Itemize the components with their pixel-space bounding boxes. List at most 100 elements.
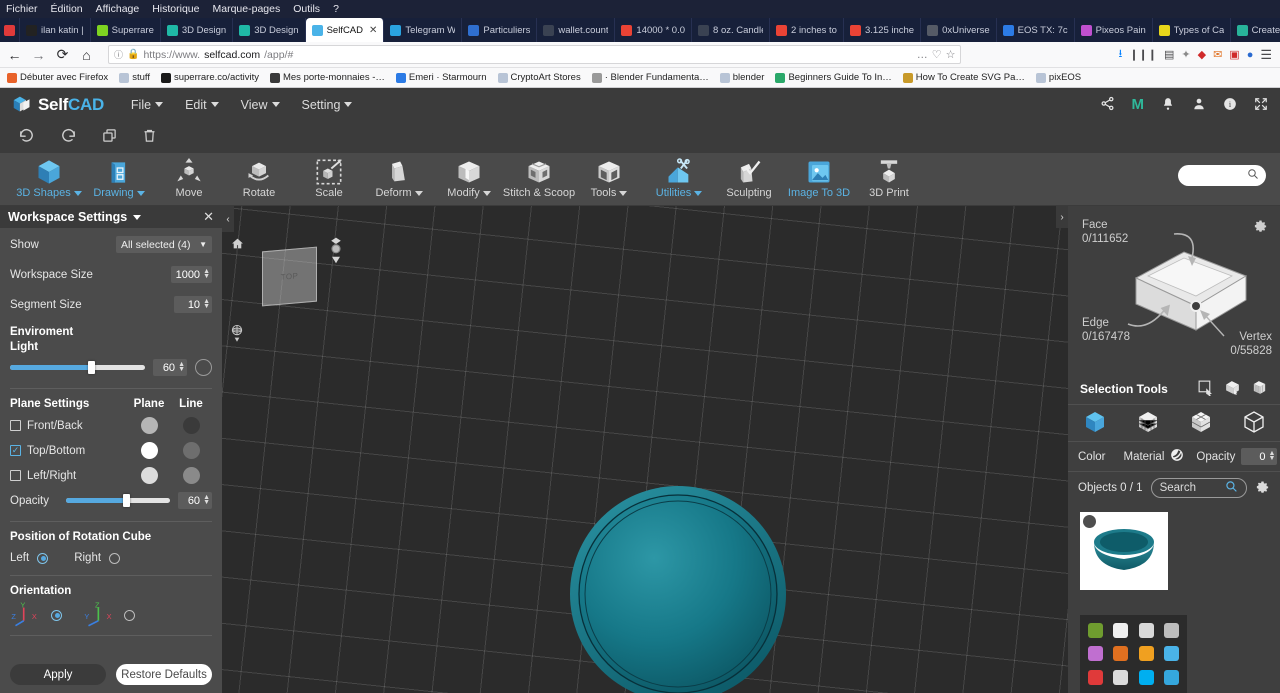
toolbar-item-utilities[interactable]: Utilities	[644, 157, 714, 199]
display-icon[interactable]	[1088, 622, 1104, 638]
stepper-icon[interactable]: ▲ ▼	[203, 268, 210, 280]
library-icon[interactable]: ❙❙❙	[1129, 48, 1157, 61]
view-gizmo-icon[interactable]	[328, 236, 344, 273]
extension-shield-icon[interactable]: ◆	[1198, 48, 1206, 61]
menu-file[interactable]: File	[120, 88, 174, 121]
plane-checkbox[interactable]	[10, 470, 21, 481]
close-icon[interactable]: ✕	[203, 209, 214, 225]
extension-ball-icon[interactable]: ●	[1247, 49, 1254, 61]
plane-color-swatch[interactable]	[140, 467, 158, 484]
browser-tab[interactable]: 3.125 inche	[844, 18, 922, 42]
browser-tab[interactable]: Superrare	[91, 18, 161, 42]
browser-menu-icon[interactable]: ☰	[1260, 47, 1272, 63]
orientation-z-up-radio[interactable]	[124, 609, 135, 621]
browser-tab[interactable]: Types of Ca	[1153, 18, 1231, 42]
bookmark-item[interactable]: pixEOS	[1035, 72, 1081, 83]
browser-tab[interactable]: 8 oz. Candle Ti	[692, 18, 771, 42]
copy-icon[interactable]	[102, 128, 117, 147]
reload-button[interactable]: ⟳	[54, 46, 71, 63]
expand-right-panel-button[interactable]: ›	[1056, 206, 1068, 228]
pocket-icon[interactable]: ♡	[932, 48, 942, 61]
bookmark-item[interactable]: stuff	[119, 72, 150, 83]
site-info-icon[interactable]: ⓘ	[114, 48, 123, 61]
menubar-marque-pages[interactable]: Marque-pages	[213, 3, 281, 15]
stepper-icon[interactable]: ▲ ▼	[1268, 450, 1275, 462]
workspace-size-input[interactable]: 1000 ▲ ▼	[170, 266, 212, 283]
vertex-mode-icon[interactable]	[1136, 410, 1160, 437]
sync-icon[interactable]	[1138, 622, 1154, 638]
toolbar-item-sculpting[interactable]: Sculpting	[714, 157, 784, 199]
plane-checkbox[interactable]: ✓	[10, 445, 21, 456]
bookmark-item[interactable]: How To Create SVG Pa…	[902, 72, 1025, 83]
selfcad-logo[interactable]: SelfCAD	[12, 94, 104, 115]
browser-tab[interactable]: EOS TX: 7c	[997, 18, 1075, 42]
line-color-swatch[interactable]	[182, 417, 200, 434]
toolbar-item-3d-shapes[interactable]: 3D Shapes	[14, 157, 84, 199]
app-icon[interactable]	[1163, 670, 1179, 686]
toolbar-item-modify[interactable]: Modify	[434, 157, 504, 199]
bookmark-item[interactable]: blender	[719, 72, 764, 83]
forward-button[interactable]: →	[30, 47, 47, 63]
toolbar-item-3d-print[interactable]: 3D Print	[854, 157, 924, 199]
collapse-left-panel-button[interactable]: ‹	[222, 206, 234, 232]
object-opacity-input[interactable]: 0 ▲ ▼	[1241, 448, 1278, 465]
restore-defaults-button[interactable]: Restore Defaults	[116, 664, 212, 685]
home-button[interactable]: ⌂	[78, 47, 95, 63]
share-icon[interactable]	[1100, 96, 1115, 113]
browser-tab[interactable]: 3D Design	[233, 18, 306, 42]
shield-icon[interactable]	[1113, 622, 1129, 638]
box-select-icon[interactable]	[1224, 379, 1241, 399]
apply-button[interactable]: Apply	[10, 664, 106, 685]
network-icon[interactable]	[1163, 646, 1179, 662]
bookmark-item[interactable]: · Blender Fundamenta…	[591, 72, 709, 83]
orientation-y-up-radio[interactable]	[51, 609, 62, 621]
mouse-icon[interactable]	[1113, 646, 1129, 662]
stepper-icon[interactable]: ▲ ▼	[203, 298, 210, 310]
toolbar-item-deform[interactable]: Deform	[364, 157, 434, 199]
toolbar-item-move[interactable]: Move	[154, 157, 224, 199]
chrome-icon[interactable]	[1088, 670, 1104, 686]
show-select[interactable]: All selected (4) ▼	[116, 236, 212, 253]
fullscreen-icon[interactable]	[1254, 97, 1268, 113]
redo-icon[interactable]	[60, 127, 77, 148]
browser-tab[interactable]: Telegram W	[384, 18, 463, 42]
rect-select-icon[interactable]	[1197, 379, 1214, 399]
face-mode-icon[interactable]	[1189, 410, 1213, 437]
plane-color-swatch[interactable]	[140, 417, 158, 434]
object-select-checkbox[interactable]	[1083, 515, 1096, 528]
object-search-input[interactable]: Search	[1150, 478, 1247, 498]
wifi-icon[interactable]	[1163, 622, 1179, 638]
line-color-swatch[interactable]	[182, 467, 200, 484]
system-tray-flyout[interactable]	[1080, 615, 1187, 693]
browser-tab[interactable]	[0, 18, 20, 42]
toolbar-item-stitch-scoop[interactable]: Stitch & Scoop	[503, 157, 575, 199]
bookmark-item[interactable]: CryptoArt Stores	[497, 72, 581, 83]
browser-tab[interactable]: ilan katin |	[20, 18, 91, 42]
keybase-icon[interactable]	[1138, 646, 1154, 662]
edge-mode-icon[interactable]	[1242, 410, 1266, 437]
bookmark-star-icon[interactable]: ☆	[946, 48, 956, 61]
page-actions-icon[interactable]: …	[917, 49, 928, 61]
skype-icon[interactable]	[1138, 670, 1154, 686]
bookmark-item[interactable]: Mes porte-monnaies -…	[269, 72, 385, 83]
opacity-slider[interactable]	[66, 494, 170, 507]
browser-tab[interactable]: 0xUniverse	[921, 18, 997, 42]
browser-tab[interactable]: Pixeos Pain	[1075, 18, 1153, 42]
bookmark-item[interactable]: Beginners Guide To In…	[775, 72, 892, 83]
menu-view[interactable]: View	[230, 88, 291, 121]
extension-a-icon[interactable]: ✦	[1181, 48, 1190, 61]
toolbar-item-tools[interactable]: Tools	[574, 157, 644, 199]
rotation-left-radio[interactable]	[37, 552, 49, 564]
stepper-icon[interactable]: ▲ ▼	[178, 361, 185, 373]
browser-tab[interactable]: Particuliers	[462, 18, 538, 42]
selection-cube-diagram[interactable]	[1126, 226, 1256, 346]
browser-tab[interactable]: wallet.counterw	[537, 18, 616, 42]
object-thumbnail[interactable]	[1080, 512, 1168, 590]
menubar-affichage[interactable]: Affichage	[96, 3, 140, 15]
account-avatar[interactable]: M	[1132, 97, 1145, 112]
objects-settings-gear-icon[interactable]	[1255, 479, 1270, 497]
menubar-outils[interactable]: Outils	[293, 3, 320, 15]
person-icon[interactable]	[1192, 97, 1206, 113]
delete-icon[interactable]	[142, 128, 157, 147]
bell-icon[interactable]	[1161, 97, 1175, 113]
